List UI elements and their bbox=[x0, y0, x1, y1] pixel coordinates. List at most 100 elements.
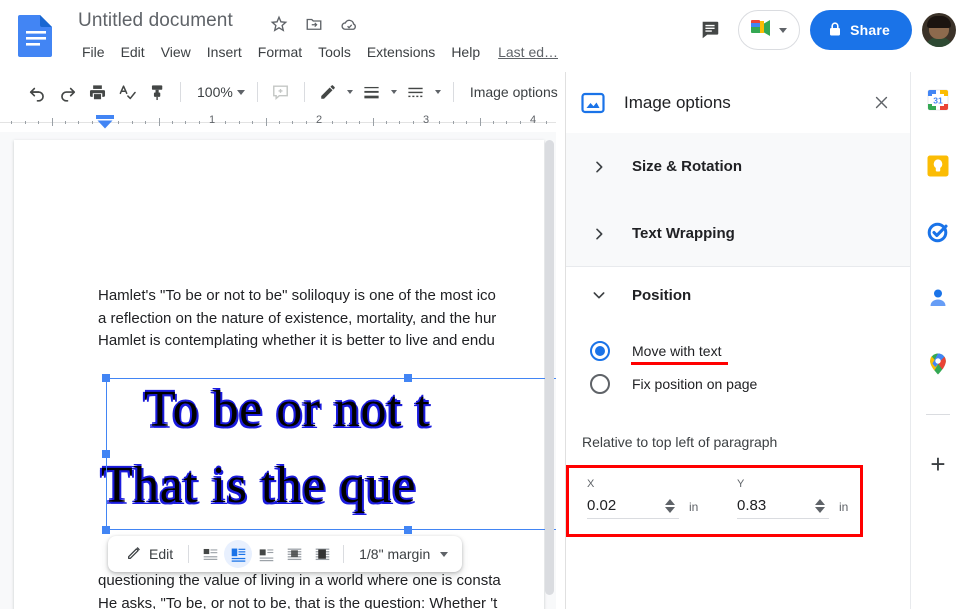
ruler-tick bbox=[546, 121, 547, 124]
image-options-icon bbox=[580, 90, 606, 116]
ruler-tick bbox=[266, 118, 267, 126]
wrap-break-text-icon[interactable] bbox=[252, 540, 280, 568]
resize-handle-bottom-left[interactable] bbox=[102, 526, 110, 534]
paragraph-2[interactable]: questioning the value of living in a wor… bbox=[98, 570, 556, 609]
resize-handle-top-center[interactable] bbox=[404, 374, 412, 382]
border-dash-caret[interactable] bbox=[431, 77, 445, 107]
ruler-tick bbox=[25, 121, 26, 124]
resize-handle-top-left[interactable] bbox=[102, 374, 110, 382]
google-meet-button[interactable] bbox=[738, 10, 800, 50]
toolbar-divider bbox=[453, 82, 454, 102]
section-text-wrapping[interactable]: Text Wrapping bbox=[566, 200, 911, 267]
radio-fix-position-on-page-button[interactable] bbox=[590, 374, 610, 394]
wrap-behind-text-icon[interactable] bbox=[280, 540, 308, 568]
ruler-tick bbox=[493, 121, 494, 124]
close-icon[interactable] bbox=[867, 89, 895, 117]
ruler-tick bbox=[373, 118, 374, 126]
section-position-header[interactable]: Position bbox=[588, 284, 691, 306]
ruler-tick bbox=[92, 121, 93, 124]
paint-format-icon[interactable] bbox=[142, 77, 172, 107]
avatar[interactable] bbox=[922, 13, 956, 47]
radio-move-with-text-button[interactable] bbox=[590, 341, 610, 361]
vertical-scrollbar[interactable] bbox=[545, 140, 554, 601]
comment-history-icon[interactable] bbox=[692, 12, 728, 48]
cloud-saved-icon[interactable] bbox=[338, 13, 360, 35]
selection-border-bottom bbox=[106, 529, 556, 530]
zoom-dropdown[interactable]: 100% bbox=[189, 78, 249, 106]
share-button[interactable]: Share bbox=[810, 10, 912, 50]
google-calendar-icon[interactable]: 31 bbox=[926, 88, 950, 112]
border-color-pencil-icon[interactable] bbox=[313, 77, 343, 107]
google-maps-icon[interactable] bbox=[926, 352, 950, 376]
menu-view[interactable]: View bbox=[153, 40, 199, 64]
redo-icon[interactable] bbox=[52, 77, 82, 107]
star-icon[interactable] bbox=[268, 13, 290, 35]
google-contacts-icon[interactable] bbox=[926, 286, 950, 310]
x-input[interactable]: 0.02 bbox=[587, 497, 679, 519]
menu-extensions[interactable]: Extensions bbox=[359, 40, 443, 64]
document-title[interactable]: Untitled document bbox=[74, 8, 237, 34]
y-unit: in bbox=[839, 500, 848, 519]
stepper-down-icon[interactable] bbox=[815, 507, 825, 513]
undo-icon[interactable] bbox=[22, 77, 52, 107]
stepper-up-icon[interactable] bbox=[665, 499, 675, 505]
x-stepper[interactable] bbox=[665, 499, 679, 513]
wrap-text-icon[interactable] bbox=[224, 540, 252, 568]
add-on-button[interactable]: + bbox=[924, 450, 952, 478]
menu-bar: File Edit View Insert Format Tools Exten… bbox=[74, 40, 558, 64]
section-size-and-rotation[interactable]: Size & Rotation bbox=[566, 133, 911, 200]
ruler-tick bbox=[520, 121, 521, 124]
ruler-number: 1 bbox=[209, 114, 215, 126]
svg-text:31: 31 bbox=[933, 96, 943, 106]
radio-fix-position-on-page[interactable]: Fix position on page bbox=[590, 374, 757, 394]
position-xy-highlight: X 0.02 in Y 0.83 bbox=[566, 465, 863, 537]
google-keep-icon[interactable] bbox=[926, 154, 950, 178]
menu-file[interactable]: File bbox=[74, 40, 113, 64]
ruler[interactable]: 1234 bbox=[0, 112, 556, 132]
section-position: Position Move with text Fix position on … bbox=[566, 267, 911, 609]
y-input[interactable]: 0.83 bbox=[737, 497, 829, 519]
wrap-inline-icon[interactable] bbox=[196, 540, 224, 568]
stepper-down-icon[interactable] bbox=[665, 507, 675, 513]
ruler-tick bbox=[118, 121, 119, 124]
resize-handle-bottom-center[interactable] bbox=[404, 526, 412, 534]
edit-image-button[interactable]: Edit bbox=[118, 540, 181, 568]
border-color-caret[interactable] bbox=[343, 77, 357, 107]
relative-to-label: Relative to top left of paragraph bbox=[582, 434, 777, 450]
last-edit-link[interactable]: Last ed… bbox=[498, 44, 558, 60]
border-dash-icon[interactable] bbox=[401, 77, 431, 107]
image-margin-dropdown[interactable]: 1/8" margin bbox=[351, 546, 452, 562]
spellcheck-icon[interactable] bbox=[112, 77, 142, 107]
menu-format[interactable]: Format bbox=[250, 40, 310, 64]
scrollbar-thumb[interactable] bbox=[545, 140, 554, 595]
side-apps-rail: 31 + bbox=[910, 72, 964, 609]
panel-header: Image options bbox=[566, 72, 911, 133]
radio-move-with-text[interactable]: Move with text bbox=[590, 341, 721, 361]
left-indent-marker[interactable] bbox=[96, 115, 114, 129]
menu-edit[interactable]: Edit bbox=[113, 40, 153, 64]
zoom-value: 100% bbox=[197, 84, 233, 100]
toolbar-divider bbox=[304, 82, 305, 102]
toolbar-divider bbox=[257, 82, 258, 102]
border-weight-icon[interactable] bbox=[357, 77, 387, 107]
google-docs-icon[interactable] bbox=[16, 13, 56, 59]
move-to-folder-icon[interactable] bbox=[303, 13, 325, 35]
paragraph-1[interactable]: Hamlet's "To be or not to be" soliloquy … bbox=[98, 285, 556, 353]
resize-handle-middle-left[interactable] bbox=[102, 450, 110, 458]
menu-insert[interactable]: Insert bbox=[199, 40, 250, 64]
print-icon[interactable] bbox=[82, 77, 112, 107]
image-options-button[interactable]: Image options bbox=[462, 80, 566, 104]
y-stepper[interactable] bbox=[815, 499, 829, 513]
google-tasks-icon[interactable] bbox=[926, 220, 950, 244]
ruler-number: 3 bbox=[423, 114, 429, 126]
selected-image-object[interactable]: To be or not t That is the que bbox=[106, 378, 556, 530]
menu-help[interactable]: Help bbox=[443, 40, 488, 64]
chevron-down-icon bbox=[347, 90, 353, 94]
border-weight-caret[interactable] bbox=[387, 77, 401, 107]
menu-tools[interactable]: Tools bbox=[310, 40, 359, 64]
ruler-tick bbox=[52, 118, 53, 126]
avatar-hair bbox=[927, 16, 951, 28]
wrap-in-front-of-text-icon[interactable] bbox=[308, 540, 336, 568]
stepper-up-icon[interactable] bbox=[815, 499, 825, 505]
ruler-tick bbox=[252, 121, 253, 124]
